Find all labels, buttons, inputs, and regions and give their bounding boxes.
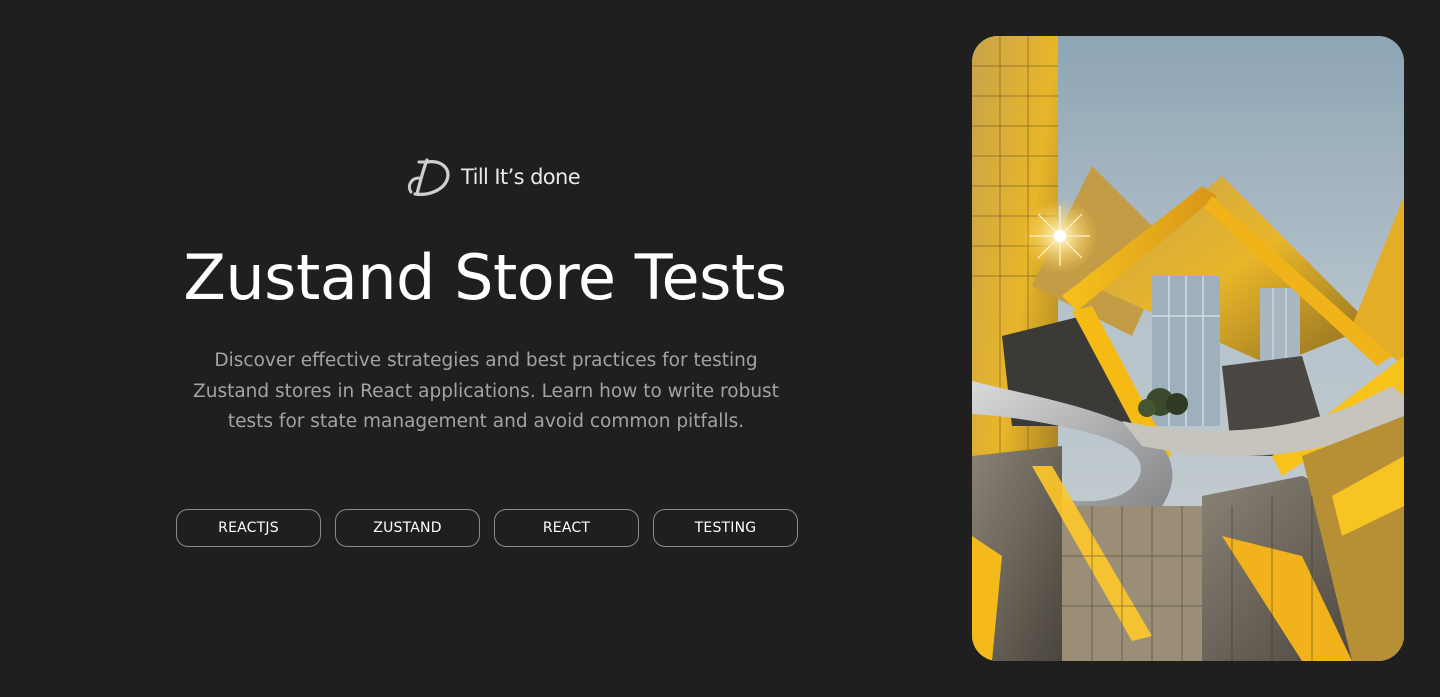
page-title-text: Zustand Store Tests <box>183 241 787 314</box>
golden-building-image <box>972 36 1404 661</box>
tag-zustand[interactable]: ZUSTAND <box>335 509 480 547</box>
tag-list: REACTJS ZUSTAND REACT TESTING <box>176 509 798 547</box>
hero-text-column: Till It’s done Zustand Store Tests Disco… <box>0 0 972 697</box>
tag-react[interactable]: REACT <box>494 509 639 547</box>
tag-reactjs[interactable]: REACTJS <box>176 509 321 547</box>
brand-name: Till It’s done <box>461 165 581 189</box>
td-monogram-icon <box>407 158 450 196</box>
brand-link[interactable]: Till It’s done <box>405 155 581 199</box>
tag-testing[interactable]: TESTING <box>653 509 798 547</box>
page-title: Zustand Store Tests <box>0 238 972 318</box>
page-description: Discover effective strategies and best p… <box>193 350 779 432</box>
article-hero-page: Till It’s done Zustand Store Tests Disco… <box>0 0 1440 697</box>
golden-building-illustration <box>972 36 1404 661</box>
